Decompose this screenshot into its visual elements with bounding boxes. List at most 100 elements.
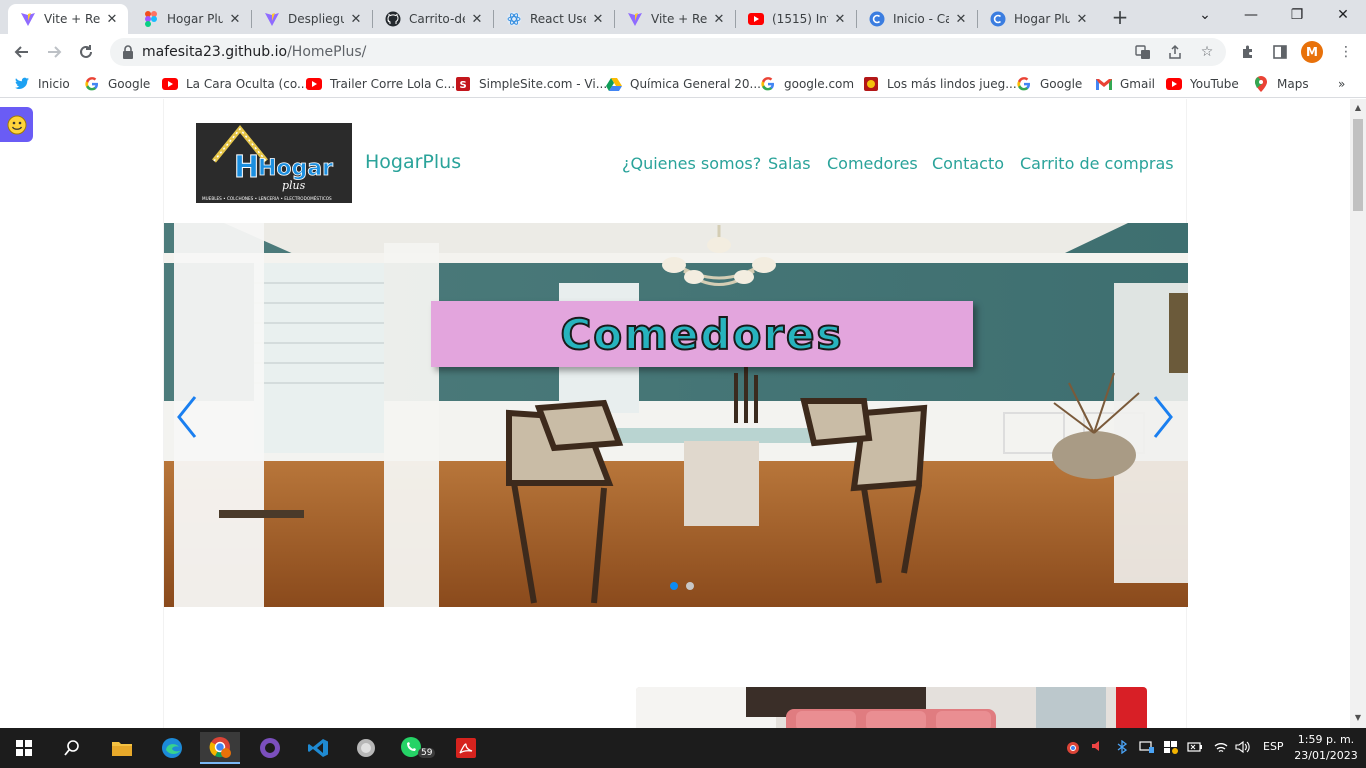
smiley-extension-icon[interactable]: [0, 107, 33, 142]
browser-tab[interactable]: Hogar Plus ✕: [978, 4, 1098, 34]
bookmark-star-icon[interactable]: ☆: [1198, 42, 1216, 62]
svg-text:S: S: [460, 80, 467, 91]
nav-salas[interactable]: Salas: [768, 154, 811, 173]
acrobat-icon[interactable]: [446, 732, 486, 764]
bookmark-item[interactable]: Química General 20...: [606, 75, 761, 93]
bookmark-item[interactable]: S SimpleSite.com - Vi...: [455, 75, 607, 93]
speaker-muted-icon[interactable]: [1091, 740, 1103, 755]
bookmark-item[interactable]: Los más lindos jueg...: [863, 75, 1017, 93]
forward-icon[interactable]: [40, 38, 68, 66]
scroll-thumb[interactable]: [1353, 119, 1363, 211]
browser-tab[interactable]: (1515) Intro ✕: [736, 4, 856, 34]
chrome-tray-icon[interactable]: [1058, 732, 1088, 764]
github-desktop-icon[interactable]: [250, 732, 290, 764]
carousel-indicator-1[interactable]: [670, 582, 678, 590]
bookmark-item[interactable]: Google: [84, 75, 150, 93]
battery-icon[interactable]: [1187, 740, 1203, 757]
tab-close-icon[interactable]: ✕: [832, 11, 848, 27]
restore-icon[interactable]: ❐: [1274, 0, 1320, 30]
tab-title: Carrito-de-compras: [409, 12, 465, 26]
drive-icon: [606, 76, 622, 92]
tab-title: Hogar Plus: [167, 12, 223, 26]
nav-carrito[interactable]: Carrito de compras: [1020, 154, 1174, 173]
lock-icon: [123, 45, 133, 59]
brand-name[interactable]: HogarPlus: [365, 151, 461, 173]
canva-icon: [990, 11, 1006, 27]
bookmark-item[interactable]: Trailer Corre Lola C...: [306, 75, 455, 93]
bookmark-item[interactable]: google.com: [760, 75, 854, 93]
tab-title: Vite + React: [44, 12, 100, 26]
bookmark-item[interactable]: Google: [1016, 75, 1082, 93]
carousel-prev-icon[interactable]: [172, 393, 202, 441]
vscode-icon[interactable]: [298, 732, 338, 764]
whatsapp-icon[interactable]: 59: [396, 732, 436, 764]
tab-close-icon[interactable]: ✕: [469, 11, 485, 27]
tab-search-icon[interactable]: ⌄: [1182, 0, 1228, 30]
tab-close-icon[interactable]: ✕: [348, 11, 364, 27]
vite-icon: [264, 11, 280, 27]
browser-tab[interactable]: Inicio - Canva ✕: [857, 4, 977, 34]
language-indicator[interactable]: ESP: [1263, 740, 1284, 753]
scroll-down-icon[interactable]: ▼: [1353, 713, 1363, 723]
extensions-icon[interactable]: [1238, 42, 1258, 62]
bookmark-item[interactable]: YouTube: [1166, 75, 1239, 93]
wifi-icon[interactable]: [1213, 740, 1229, 757]
side-panel-icon[interactable]: [1270, 42, 1290, 62]
bookmark-label: Los más lindos jueg...: [887, 77, 1017, 91]
more-bookmarks-button[interactable]: »: [1338, 75, 1345, 93]
menu-icon[interactable]: ⋮: [1336, 42, 1356, 62]
close-window-icon[interactable]: ✕: [1320, 0, 1366, 30]
tab-close-icon[interactable]: ✕: [1074, 11, 1090, 27]
bookmark-label: google.com: [784, 77, 855, 91]
browser-tab[interactable]: Vite + React ✕: [615, 4, 735, 34]
carousel-next-icon[interactable]: [1148, 393, 1178, 441]
logo-subtitle: plus: [282, 179, 306, 192]
new-tab-button[interactable]: +: [1108, 6, 1132, 30]
tab-close-icon[interactable]: ✕: [104, 11, 120, 27]
tab-separator: [856, 10, 857, 28]
hogarplus-logo[interactable]: H Hogar plus MUEBLES • COLCHONES • LENCE…: [196, 123, 352, 203]
carousel-banner: Comedores: [431, 301, 973, 367]
tab-close-icon[interactable]: ✕: [711, 11, 727, 27]
app-icon-gray[interactable]: [346, 732, 386, 764]
logo-title: Hogar: [258, 156, 333, 181]
browser-tab[interactable]: Vite + React ✕: [8, 4, 128, 34]
browser-tab[interactable]: Carrito-de-compras ✕: [373, 4, 493, 34]
bookmark-item[interactable]: Gmail: [1096, 75, 1155, 93]
reload-icon[interactable]: [72, 38, 100, 66]
back-icon[interactable]: [8, 38, 36, 66]
tab-close-icon[interactable]: ✕: [227, 11, 243, 27]
bluetooth-icon[interactable]: [1117, 739, 1128, 757]
browser-tab[interactable]: Despliegue ✕: [252, 4, 372, 34]
share-icon[interactable]: [1166, 42, 1184, 62]
tab-close-icon[interactable]: ✕: [590, 11, 606, 27]
bookmark-item[interactable]: Maps: [1253, 75, 1309, 93]
browser-tab[interactable]: Hogar Plus ✕: [131, 4, 251, 34]
file-explorer-icon[interactable]: [102, 732, 142, 764]
address-bar[interactable]: mafesita23.github.io/HomePlus/ ☆: [110, 38, 1226, 66]
translate-icon[interactable]: [1134, 42, 1152, 62]
nav-quienes-somos[interactable]: ¿Quienes somos?: [622, 154, 761, 173]
tab-close-icon[interactable]: ✕: [953, 11, 969, 27]
profile-avatar[interactable]: M: [1301, 41, 1323, 63]
google-icon: [84, 76, 100, 92]
windows-start-icon[interactable]: [4, 732, 44, 764]
network-drive-icon[interactable]: [1139, 740, 1155, 757]
page-scrollbar[interactable]: ▲ ▼: [1350, 99, 1366, 728]
security-icon[interactable]: [1163, 740, 1179, 757]
volume-icon[interactable]: [1235, 740, 1251, 757]
browser-tab[interactable]: React Use ✕: [494, 4, 614, 34]
bookmark-label: YouTube: [1190, 77, 1239, 91]
bookmark-item[interactable]: Inicio: [14, 75, 70, 93]
taskbar-clock[interactable]: 1:59 p. m. 23/01/2023: [1294, 732, 1358, 764]
edge-icon[interactable]: [152, 732, 192, 764]
bookmark-item[interactable]: La Cara Oculta (co...: [162, 75, 308, 93]
nav-contacto[interactable]: Contacto: [932, 154, 1004, 173]
chrome-taskbar-icon[interactable]: [200, 732, 240, 764]
carousel-indicator-2[interactable]: [686, 582, 694, 590]
dining-room-image: [164, 223, 1188, 607]
search-icon[interactable]: [52, 732, 92, 764]
nav-comedores[interactable]: Comedores: [827, 154, 918, 173]
minimize-icon[interactable]: —: [1228, 0, 1274, 30]
scroll-up-icon[interactable]: ▲: [1353, 103, 1363, 113]
